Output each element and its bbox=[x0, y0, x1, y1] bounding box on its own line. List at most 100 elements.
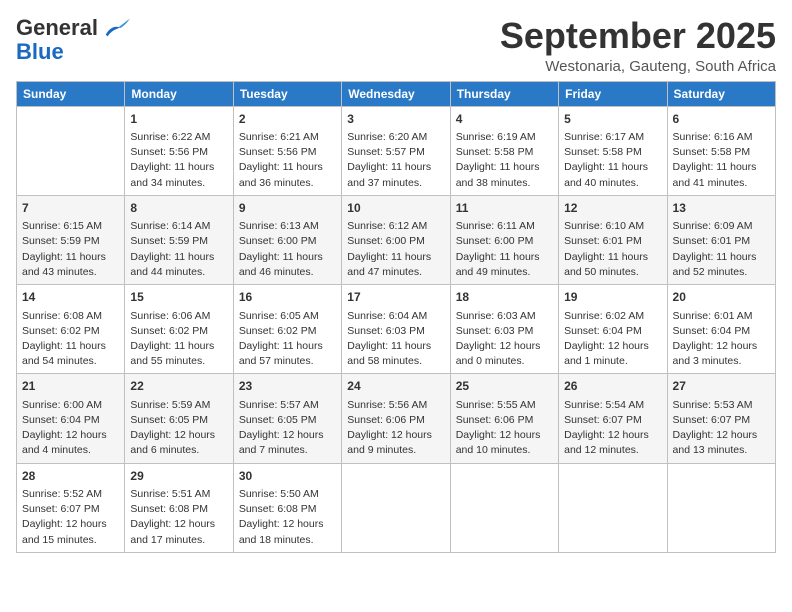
logo-general-text: General bbox=[16, 16, 98, 40]
calendar-cell: 18Sunrise: 6:03 AMSunset: 6:03 PMDayligh… bbox=[450, 285, 558, 374]
calendar-cell: 30Sunrise: 5:50 AMSunset: 6:08 PMDayligh… bbox=[233, 463, 341, 552]
calendar-cell bbox=[667, 463, 775, 552]
calendar-cell: 13 Sunrise: 6:09 AMSunset: 6:01 PMDayligh… bbox=[667, 195, 775, 284]
logo-blue-text: Blue bbox=[16, 40, 64, 64]
day-info: Sunrise: 6:14 AMSunset: 5:59 PMDaylight:… bbox=[130, 219, 227, 280]
day-number: 3 bbox=[347, 111, 444, 128]
calendar-cell: 2 Sunrise: 6:21 AMSunset: 5:56 PMDaylight… bbox=[233, 106, 341, 195]
day-number: 16 bbox=[239, 289, 336, 306]
day-number: 4 bbox=[456, 111, 553, 128]
day-info: Sunrise: 6:20 AMSunset: 5:57 PMDaylight:… bbox=[347, 130, 444, 191]
day-info: Sunrise: 6:10 AMSunset: 6:01 PMDaylight:… bbox=[564, 219, 661, 280]
calendar-cell: 24 Sunrise: 5:56 AMSunset: 6:06 PMDayligh… bbox=[342, 374, 450, 463]
calendar-cell: 27 Sunrise: 5:53 AMSunset: 6:07 PMDayligh… bbox=[667, 374, 775, 463]
day-number: 8 bbox=[130, 200, 227, 217]
day-number: 19 bbox=[564, 289, 661, 306]
calendar-cell: 22 Sunrise: 5:59 AMSunset: 6:05 PMDayligh… bbox=[125, 374, 233, 463]
calendar-cell: 29 Sunrise: 5:51 AMSunset: 6:08 PMDayligh… bbox=[125, 463, 233, 552]
day-number: 17 bbox=[347, 289, 444, 306]
day-info: Sunrise: 6:02 AMSunset: 6:04 PMDaylight:… bbox=[564, 309, 661, 370]
calendar-cell: 26 Sunrise: 5:54 AMSunset: 6:07 PMDayligh… bbox=[559, 374, 667, 463]
calendar-cell: 25 Sunrise: 5:55 AMSunset: 6:06 PMDayligh… bbox=[450, 374, 558, 463]
day-number: 27 bbox=[673, 378, 770, 395]
calendar-cell bbox=[450, 463, 558, 552]
calendar-cell: 15 Sunrise: 6:06 AMSunset: 6:02 PMDayligh… bbox=[125, 285, 233, 374]
calendar-week-row: 28 Sunrise: 5:52 AMSunset: 6:07 PMDayligh… bbox=[17, 463, 776, 552]
day-info: Sunrise: 6:15 AMSunset: 5:59 PMDaylight:… bbox=[22, 219, 119, 280]
day-info: Sunrise: 6:13 AMSunset: 6:00 PMDaylight:… bbox=[239, 219, 336, 280]
day-number: 23 bbox=[239, 378, 336, 395]
logo: General Blue bbox=[16, 16, 130, 64]
day-info: Sunrise: 6:00 AMSunset: 6:04 PMDaylight:… bbox=[22, 398, 119, 459]
day-info: Sunrise: 5:59 AMSunset: 6:05 PMDaylight:… bbox=[130, 398, 227, 459]
day-number: 24 bbox=[347, 378, 444, 395]
day-info: Sunrise: 6:08 AMSunset: 6:02 PMDaylight:… bbox=[22, 309, 119, 370]
calendar-week-row: 7 Sunrise: 6:15 AMSunset: 5:59 PMDaylight… bbox=[17, 195, 776, 284]
calendar-cell: 20Sunrise: 6:01 AMSunset: 6:04 PMDayligh… bbox=[667, 285, 775, 374]
calendar-cell: 28 Sunrise: 5:52 AMSunset: 6:07 PMDayligh… bbox=[17, 463, 125, 552]
calendar-cell: 7 Sunrise: 6:15 AMSunset: 5:59 PMDaylight… bbox=[17, 195, 125, 284]
calendar-cell: 1Sunrise: 6:22 AMSunset: 5:56 PMDaylight… bbox=[125, 106, 233, 195]
calendar-day-header: Thursday bbox=[450, 81, 558, 106]
day-number: 11 bbox=[456, 200, 553, 217]
day-info: Sunrise: 5:52 AMSunset: 6:07 PMDaylight:… bbox=[22, 487, 119, 548]
calendar-cell: 16 Sunrise: 6:05 AMSunset: 6:02 PMDayligh… bbox=[233, 285, 341, 374]
calendar-table: SundayMondayTuesdayWednesdayThursdayFrid… bbox=[16, 81, 776, 553]
calendar-cell: 12 Sunrise: 6:10 AMSunset: 6:01 PMDayligh… bbox=[559, 195, 667, 284]
calendar-cell bbox=[559, 463, 667, 552]
day-info: Sunrise: 5:56 AMSunset: 6:06 PMDaylight:… bbox=[347, 398, 444, 459]
location-subtitle: Westonaria, Gauteng, South Africa bbox=[500, 58, 776, 75]
day-number: 12 bbox=[564, 200, 661, 217]
day-number: 2 bbox=[239, 111, 336, 128]
day-info: Sunrise: 5:54 AMSunset: 6:07 PMDaylight:… bbox=[564, 398, 661, 459]
day-info: Sunrise: 6:01 AMSunset: 6:04 PMDaylight:… bbox=[673, 309, 770, 370]
title-block: September 2025 Westonaria, Gauteng, Sout… bbox=[500, 16, 776, 75]
day-info: Sunrise: 6:21 AMSunset: 5:56 PMDaylight:… bbox=[239, 130, 336, 191]
calendar-day-header: Friday bbox=[559, 81, 667, 106]
day-info: Sunrise: 6:05 AMSunset: 6:02 PMDaylight:… bbox=[239, 309, 336, 370]
day-info: Sunrise: 5:51 AMSunset: 6:08 PMDaylight:… bbox=[130, 487, 227, 548]
day-number: 15 bbox=[130, 289, 227, 306]
day-number: 6 bbox=[673, 111, 770, 128]
day-info: Sunrise: 5:55 AMSunset: 6:06 PMDaylight:… bbox=[456, 398, 553, 459]
calendar-cell: 17 Sunrise: 6:04 AMSunset: 6:03 PMDayligh… bbox=[342, 285, 450, 374]
calendar-cell: 8 Sunrise: 6:14 AMSunset: 5:59 PMDaylight… bbox=[125, 195, 233, 284]
calendar-week-row: 1Sunrise: 6:22 AMSunset: 5:56 PMDaylight… bbox=[17, 106, 776, 195]
day-number: 25 bbox=[456, 378, 553, 395]
calendar-cell: 23 Sunrise: 5:57 AMSunset: 6:05 PMDayligh… bbox=[233, 374, 341, 463]
day-info: Sunrise: 6:09 AMSunset: 6:01 PMDaylight:… bbox=[673, 219, 770, 280]
day-number: 13 bbox=[673, 200, 770, 217]
day-number: 26 bbox=[564, 378, 661, 395]
calendar-cell: 5Sunrise: 6:17 AMSunset: 5:58 PMDaylight… bbox=[559, 106, 667, 195]
day-number: 22 bbox=[130, 378, 227, 395]
calendar-cell: 9Sunrise: 6:13 AMSunset: 6:00 PMDaylight… bbox=[233, 195, 341, 284]
day-info: Sunrise: 6:19 AMSunset: 5:58 PMDaylight:… bbox=[456, 130, 553, 191]
calendar-day-header: Wednesday bbox=[342, 81, 450, 106]
calendar-day-header: Sunday bbox=[17, 81, 125, 106]
calendar-cell: 14Sunrise: 6:08 AMSunset: 6:02 PMDayligh… bbox=[17, 285, 125, 374]
calendar-cell: 3 Sunrise: 6:20 AMSunset: 5:57 PMDaylight… bbox=[342, 106, 450, 195]
day-number: 7 bbox=[22, 200, 119, 217]
calendar-week-row: 21 Sunrise: 6:00 AMSunset: 6:04 PMDayligh… bbox=[17, 374, 776, 463]
day-number: 10 bbox=[347, 200, 444, 217]
day-info: Sunrise: 6:04 AMSunset: 6:03 PMDaylight:… bbox=[347, 309, 444, 370]
calendar-day-header: Tuesday bbox=[233, 81, 341, 106]
day-number: 28 bbox=[22, 468, 119, 485]
day-number: 5 bbox=[564, 111, 661, 128]
day-number: 21 bbox=[22, 378, 119, 395]
calendar-cell: 4 Sunrise: 6:19 AMSunset: 5:58 PMDaylight… bbox=[450, 106, 558, 195]
calendar-cell: 19 Sunrise: 6:02 AMSunset: 6:04 PMDayligh… bbox=[559, 285, 667, 374]
day-info: Sunrise: 6:03 AMSunset: 6:03 PMDaylight:… bbox=[456, 309, 553, 370]
calendar-cell: 6Sunrise: 6:16 AMSunset: 5:58 PMDaylight… bbox=[667, 106, 775, 195]
day-number: 29 bbox=[130, 468, 227, 485]
calendar-cell: 21 Sunrise: 6:00 AMSunset: 6:04 PMDayligh… bbox=[17, 374, 125, 463]
calendar-cell bbox=[342, 463, 450, 552]
day-info: Sunrise: 5:53 AMSunset: 6:07 PMDaylight:… bbox=[673, 398, 770, 459]
day-info: Sunrise: 6:22 AMSunset: 5:56 PMDaylight:… bbox=[130, 130, 227, 191]
calendar-day-header: Saturday bbox=[667, 81, 775, 106]
calendar-day-header: Monday bbox=[125, 81, 233, 106]
calendar-week-row: 14Sunrise: 6:08 AMSunset: 6:02 PMDayligh… bbox=[17, 285, 776, 374]
calendar-cell: 10Sunrise: 6:12 AMSunset: 6:00 PMDayligh… bbox=[342, 195, 450, 284]
day-info: Sunrise: 5:57 AMSunset: 6:05 PMDaylight:… bbox=[239, 398, 336, 459]
day-info: Sunrise: 6:06 AMSunset: 6:02 PMDaylight:… bbox=[130, 309, 227, 370]
